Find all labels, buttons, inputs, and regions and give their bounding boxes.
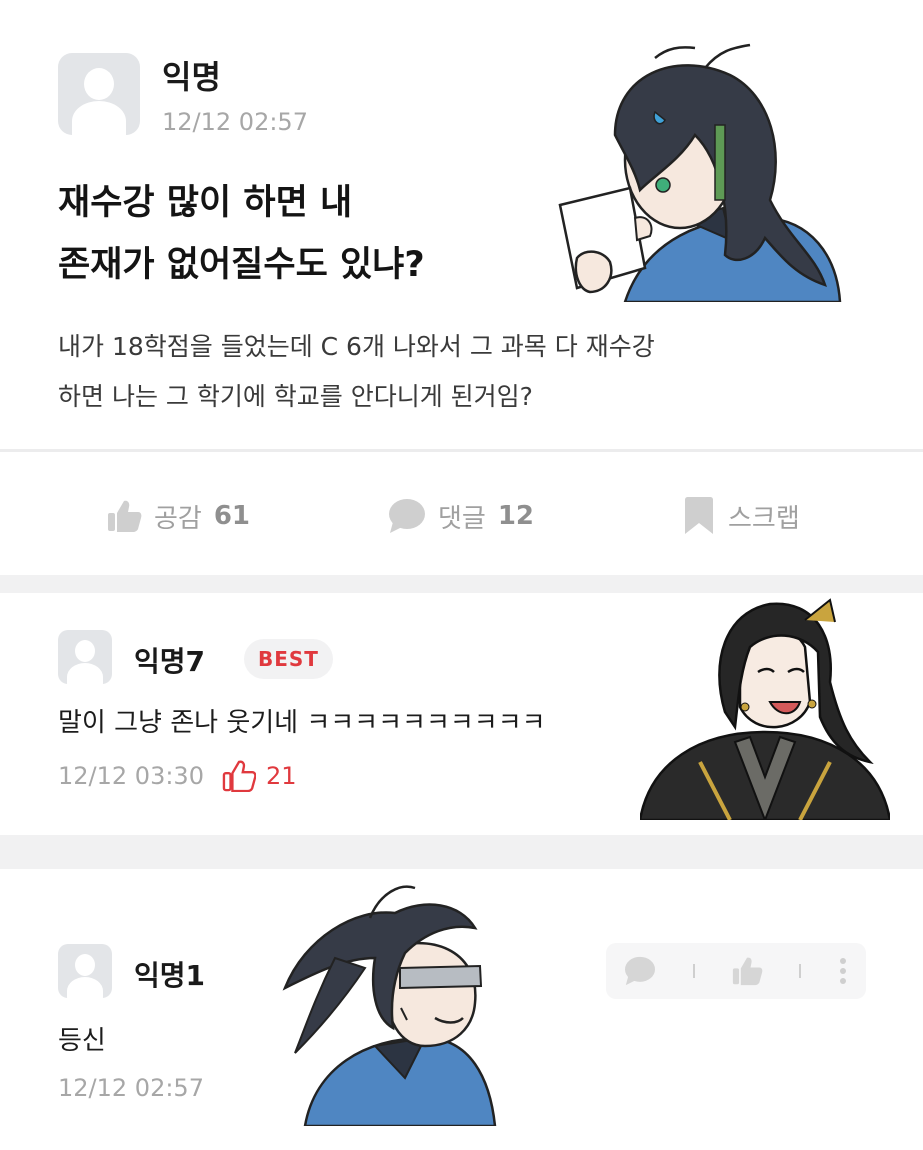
comment-avatar — [58, 630, 112, 684]
toolbar-separator — [799, 964, 802, 978]
bookmark-icon — [685, 497, 713, 534]
comment-action-bar — [606, 943, 866, 999]
comment-timestamp: 12/12 02:57 — [58, 1074, 204, 1102]
like-button[interactable]: 공감 61 — [106, 498, 250, 534]
character-illustration-ponytail — [282, 885, 497, 1126]
post-title: 재수강 많이 하면 내 존재가 없어질수도 있냐? — [58, 172, 425, 296]
like-label: 공감 — [154, 503, 202, 534]
post-body-line2: 하면 나는 그 학기에 학교를 안다니게 된거임? — [58, 382, 533, 411]
comment-label: 댓글 — [438, 503, 486, 534]
character-illustration-reading — [558, 43, 842, 302]
section-divider-1 — [0, 575, 923, 593]
comment-like-count: 21 — [265, 762, 297, 790]
comment-author: 익명7 — [134, 645, 206, 678]
comment-author: 익명1 — [134, 959, 206, 992]
comment-count: 12 — [497, 501, 535, 531]
post-avatar — [58, 53, 140, 135]
comment-avatar — [58, 944, 112, 998]
comment-timestamp: 12/12 03:30 — [58, 762, 204, 790]
section-divider-2 — [0, 835, 923, 869]
post-author: 익명 — [162, 58, 221, 96]
more-vert-icon[interactable] — [838, 956, 848, 986]
best-badge: BEST — [244, 639, 333, 679]
comment-button[interactable]: 댓글 12 — [388, 498, 534, 534]
post-body-line1: 내가 18학점을 들었는데 C 6개 나와서 그 과목 다 재수강 — [58, 332, 655, 361]
thumbs-up-icon — [222, 760, 256, 792]
post-title-line2: 존재가 없어질수도 있냐? — [58, 245, 425, 285]
speech-bubble-icon[interactable] — [624, 956, 656, 986]
like-count: 61 — [213, 501, 251, 531]
comment-text: 등신 — [58, 1026, 106, 1056]
post-body: 내가 18학점을 들었는데 C 6개 나와서 그 과목 다 재수강 하면 나는 … — [58, 322, 655, 422]
scrap-button[interactable]: 스크랩 — [682, 497, 800, 534]
post-title-line1: 재수강 많이 하면 내 — [58, 183, 353, 223]
toolbar-separator — [692, 964, 695, 978]
character-illustration-laughing — [640, 598, 890, 820]
speech-bubble-icon — [389, 499, 425, 533]
scrap-label: 스크랩 — [728, 503, 800, 534]
thumbs-up-icon — [108, 500, 142, 532]
comment-text: 말이 그냥 존나 웃기네 ㅋㅋㅋㅋㅋㅋㅋㅋㅋㅋ — [58, 708, 546, 738]
comment-meta: 12/12 03:30 21 — [58, 760, 297, 792]
thumbs-up-icon[interactable] — [731, 956, 763, 986]
post-timestamp: 12/12 02:57 — [162, 108, 308, 136]
post-divider — [0, 449, 923, 452]
